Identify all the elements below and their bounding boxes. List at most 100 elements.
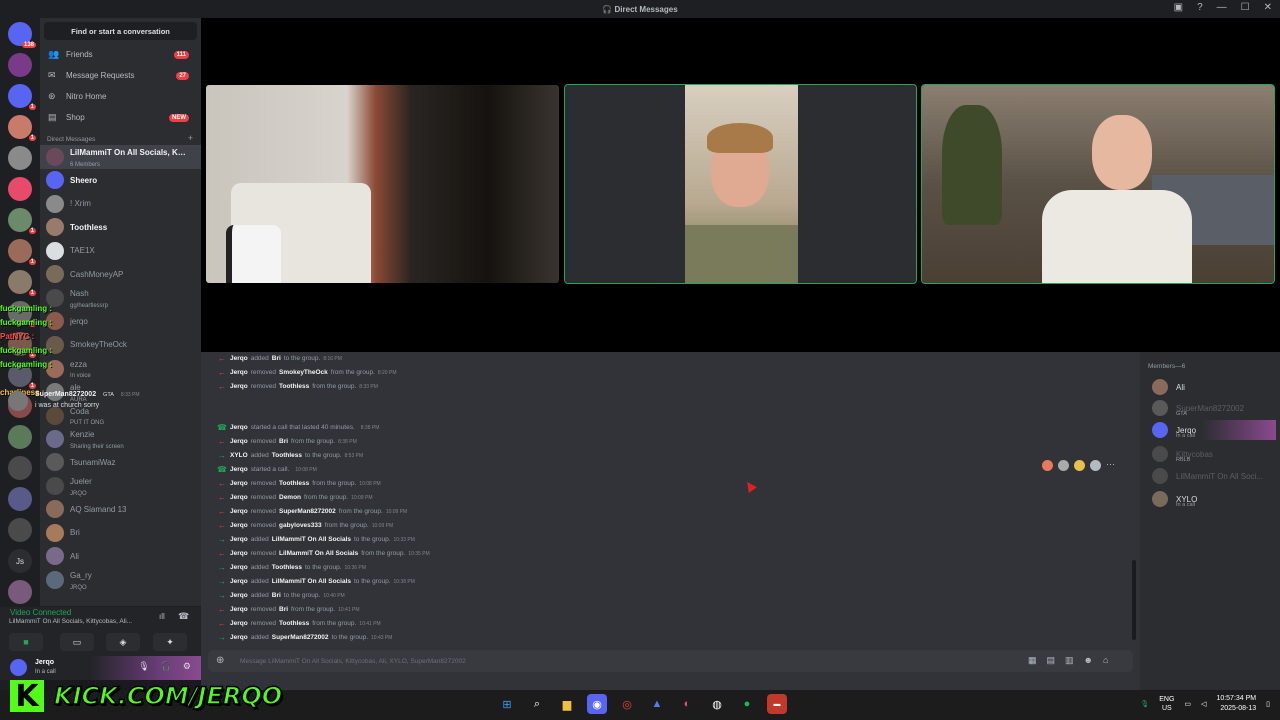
message-target[interactable]: Demon: [279, 494, 301, 501]
attach-icon[interactable]: ⊕: [216, 655, 224, 666]
message-user[interactable]: Jerqo: [230, 592, 248, 599]
message-target[interactable]: LilMammiT On All Socials: [279, 550, 358, 557]
avatar[interactable]: [8, 391, 28, 411]
app-icon-3[interactable]: ▬: [767, 694, 787, 714]
chat-scrollbar[interactable]: [1132, 560, 1136, 640]
message-user[interactable]: Jerqo: [230, 438, 248, 445]
screen-share-button[interactable]: ▭: [60, 633, 94, 651]
dm-item[interactable]: Toothless: [40, 216, 201, 240]
close-button[interactable]: ✕: [1264, 2, 1272, 13]
video-tile-person-2[interactable]: [921, 84, 1275, 284]
message-user[interactable]: Jerqo: [230, 536, 248, 543]
message-user[interactable]: Jerqo: [230, 522, 248, 529]
dm-item[interactable]: LilMammiT On All Socials, Kitt... 6 Membe…: [40, 145, 201, 169]
message-user[interactable]: Jerqo: [230, 494, 248, 501]
sticker-icon[interactable]: ▥: [1065, 655, 1074, 666]
dm-item[interactable]: Bri: [40, 521, 201, 545]
message-target[interactable]: LilMammiT On All Socials: [272, 536, 351, 543]
search-icon[interactable]: ⌕: [527, 694, 547, 714]
minimize-button[interactable]: —: [1217, 2, 1227, 13]
discord-icon[interactable]: ◉: [587, 694, 607, 714]
message-user[interactable]: Jerqo: [230, 383, 248, 390]
message-user[interactable]: Jerqo: [230, 466, 248, 473]
message-user[interactable]: Jerqo: [230, 578, 248, 585]
voice-channel[interactable]: LilMammiT On All Socials, Kittycobas, Al…: [9, 618, 149, 625]
activity-button[interactable]: ◈: [106, 633, 140, 651]
message-target[interactable]: SmokeyTheOck: [279, 369, 328, 376]
avatar[interactable]: [1152, 422, 1168, 438]
dm-item[interactable]: CashMoneyAP: [40, 263, 201, 287]
avatar[interactable]: [10, 659, 27, 676]
server-icon[interactable]: [8, 580, 32, 604]
avatar[interactable]: [1152, 446, 1168, 462]
message-target[interactable]: SuperMan8272002: [279, 508, 336, 515]
server-icon[interactable]: 1: [8, 115, 36, 141]
server-icon[interactable]: [8, 425, 32, 449]
dm-item[interactable]: SmokeyTheOck: [40, 333, 201, 357]
message-target[interactable]: LilMammiT On All Socials: [272, 578, 351, 585]
member-item[interactable]: Ali: [1152, 377, 1185, 397]
dm-item[interactable]: Jueler JRQO: [40, 474, 201, 498]
dm-item[interactable]: jerqo: [40, 310, 201, 334]
message-user[interactable]: Jerqo: [230, 550, 248, 557]
server-icon[interactable]: [8, 518, 32, 542]
avatar[interactable]: [46, 477, 64, 495]
server-icon[interactable]: [8, 456, 32, 480]
dm-item[interactable]: AQ Siamand 13: [40, 498, 201, 522]
camera-button[interactable]: ■: [9, 633, 43, 651]
dm-item[interactable]: TAE1X: [40, 239, 201, 263]
message-user[interactable]: Jerqo: [230, 480, 248, 487]
spotify-icon[interactable]: ●: [737, 694, 757, 714]
message-user[interactable]: Jerqo: [230, 369, 248, 376]
nav-item-friends[interactable]: 👥 Friends 111: [40, 44, 201, 65]
message-user[interactable]: Jerqo: [230, 508, 248, 515]
reaction-icon[interactable]: [1042, 460, 1053, 471]
noise-icon[interactable]: ıll: [159, 612, 165, 621]
avatar[interactable]: [46, 241, 64, 260]
avatar[interactable]: [46, 547, 64, 566]
help-icon[interactable]: ?: [1197, 2, 1203, 13]
nav-item-nitro-home[interactable]: ⊛ Nitro Home: [40, 86, 201, 107]
member-item[interactable]: XYLO In a call: [1152, 489, 1197, 509]
server-icon[interactable]: 138: [8, 22, 36, 48]
server-icon[interactable]: 1: [8, 208, 36, 234]
avatar[interactable]: [46, 430, 64, 448]
message-user[interactable]: Jerqo: [230, 606, 248, 613]
avatar[interactable]: [46, 218, 64, 237]
microphone-icon[interactable]: 🎙: [138, 661, 149, 672]
windows-start-icon[interactable]: ⊞: [497, 694, 517, 714]
inbox-icon[interactable]: ▣: [1174, 2, 1183, 13]
avatar[interactable]: [1152, 468, 1168, 484]
soundboard-button[interactable]: ✦: [153, 633, 187, 651]
chrome-icon[interactable]: ◎: [617, 694, 637, 714]
avatar[interactable]: [46, 453, 64, 472]
headphones-icon[interactable]: 🎧: [161, 661, 172, 672]
message-user[interactable]: Jerqo: [230, 634, 248, 641]
nav-item-shop[interactable]: ▤ Shop NEW: [40, 107, 201, 128]
obs-icon[interactable]: ◍: [707, 694, 727, 714]
server-icon[interactable]: [8, 487, 32, 511]
message-target[interactable]: Toothless: [279, 480, 309, 487]
server-icon[interactable]: 1: [8, 270, 36, 296]
avatar[interactable]: [46, 406, 64, 425]
dm-item[interactable]: Ga_ry JRQO: [40, 568, 201, 592]
member-item[interactable]: Kittycobas RBLB: [1152, 444, 1213, 464]
message-target[interactable]: Toothless: [279, 620, 309, 627]
file-explorer-icon[interactable]: ▆: [557, 694, 577, 714]
server-icon[interactable]: Js: [8, 549, 32, 573]
video-tile-room[interactable]: [206, 85, 559, 283]
microphone-icon[interactable]: 🎙: [1140, 700, 1149, 708]
member-item[interactable]: SuperMan8272002 GTA: [1152, 398, 1244, 418]
disconnect-icon[interactable]: ☎: [178, 611, 189, 622]
dm-item[interactable]: Ali: [40, 545, 201, 569]
find-conversation-button[interactable]: Find or start a conversation: [44, 22, 197, 40]
notification-icon[interactable]: ▯: [1266, 700, 1270, 708]
reaction-icon[interactable]: [1058, 460, 1069, 471]
message-target[interactable]: Toothless: [272, 452, 302, 459]
message-target[interactable]: Bri: [272, 355, 281, 362]
message-input[interactable]: Message LilMammiT On All Socials, Kittyc…: [208, 650, 1133, 672]
message-target[interactable]: Bri: [279, 438, 288, 445]
dm-item[interactable]: Kenzie Sharing their screen: [40, 427, 201, 451]
emoji-icon[interactable]: ☻: [1084, 655, 1093, 666]
volume-icon[interactable]: ◁: [1201, 700, 1206, 708]
